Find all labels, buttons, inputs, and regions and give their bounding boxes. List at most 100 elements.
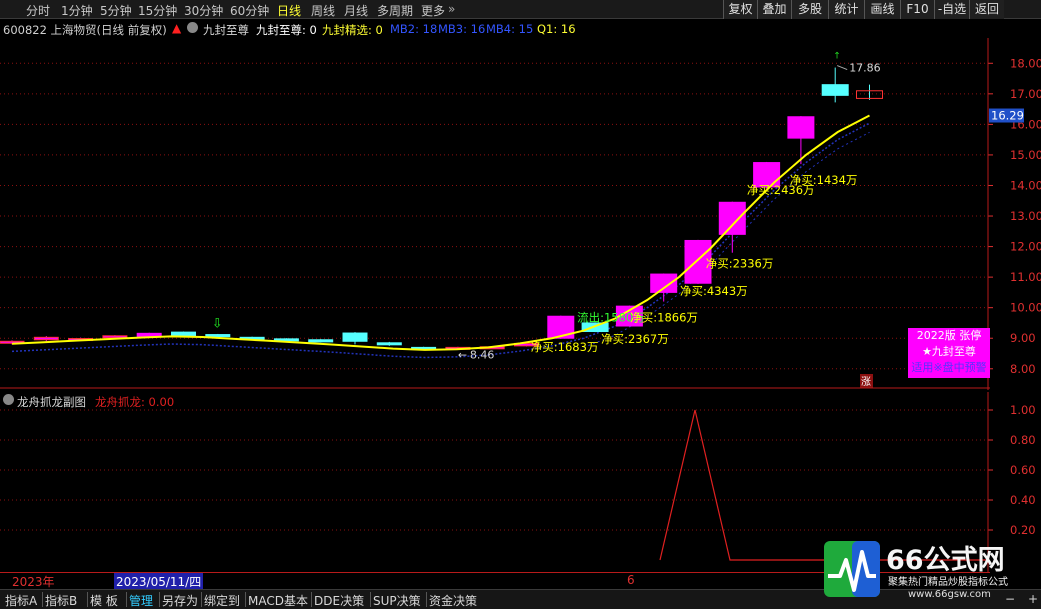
tab-separator — [126, 592, 127, 607]
bottom-tab-4[interactable]: 另存为 — [162, 592, 198, 609]
up-arrow-icon: ▲ — [172, 21, 182, 35]
tab-separator — [426, 592, 427, 607]
tab-separator — [201, 592, 202, 607]
bottom-tab-6[interactable]: MACD基本 — [248, 592, 308, 609]
period-9[interactable]: 多周期 — [377, 2, 413, 19]
net-buy-annotation: 净买:2336万 — [706, 256, 774, 270]
tab-separator — [42, 592, 43, 607]
toolbar-button-4[interactable]: 画线 — [864, 0, 900, 19]
main-price-chart[interactable]: 18.0017.0016.0015.0014.0013.0012.0011.00… — [0, 38, 1041, 390]
period-7[interactable]: 周线 — [311, 2, 335, 19]
toolbar-button-6[interactable]: -自选 — [934, 0, 969, 19]
high-price-label: 17.86 — [849, 62, 881, 75]
y-tick-label: 9.00 — [1010, 331, 1036, 345]
candle — [342, 332, 368, 342]
promo-box: 2022版 张停 ★九封至尊 适用※盘中预警 — [908, 328, 990, 378]
tab-separator — [159, 592, 160, 607]
high-arrow-icon: ↑ — [833, 52, 841, 62]
candle — [718, 201, 746, 235]
period-6[interactable]: 日线 — [277, 2, 301, 19]
toolbar-button-2[interactable]: 多股 — [791, 0, 828, 19]
bottom-tab-5[interactable]: 绑定到 — [204, 592, 240, 609]
current-price-label: 16.29 — [991, 109, 1024, 123]
toolbar-button-5[interactable]: F10 — [900, 0, 934, 19]
limit-up-badge: 涨 — [860, 374, 873, 388]
period-3[interactable]: 15分钟 — [138, 2, 177, 19]
sub-y-tick-label: 0.80 — [1010, 433, 1036, 447]
bottom-tab-3[interactable]: 管理 — [129, 592, 153, 609]
y-tick-label: 13.00 — [1010, 209, 1041, 223]
month-label: 6 — [627, 573, 635, 587]
logo-slogan: 聚集热门精品炒股指标公式 — [888, 577, 1008, 588]
promo-line-2: ★九封至尊 — [922, 345, 976, 358]
main-info-bar: 600822 上海物贸(日线 前复权) ▲ 九封至尊 九封至尊: 0 九封精选:… — [0, 20, 1041, 38]
period-10[interactable]: 更多 — [421, 2, 445, 19]
mb2-value: MB2: 18 — [390, 22, 438, 36]
period-2[interactable]: 5分钟 — [100, 2, 132, 19]
high-pointer — [837, 65, 848, 71]
indicator-name[interactable]: 九封至尊 — [203, 22, 249, 38]
promo-line-1: 2022版 张停 — [916, 329, 982, 342]
y-tick-label: 15.00 — [1010, 148, 1041, 162]
mb3-value: MB3: 16 — [438, 22, 486, 36]
sub-y-tick-label: 0.40 — [1010, 493, 1036, 507]
select-value: 九封精选: 0 — [322, 23, 383, 37]
y-tick-label: 12.00 — [1010, 240, 1041, 254]
net-buy-annotation: 净买:1866万 — [630, 310, 698, 324]
more-chevron-icon[interactable]: » — [448, 2, 455, 16]
sub-y-tick-label: 0.20 — [1010, 523, 1036, 537]
site-watermark: 66公式网 聚集热门精品炒股指标公式 www.66gsw.com — [822, 538, 1040, 609]
bottom-tab-1[interactable]: 指标B — [45, 592, 77, 609]
y-tick-label: 14.00 — [1010, 178, 1041, 192]
buy-signal-arrow-icon: ⇩ — [212, 317, 223, 332]
candle — [787, 116, 815, 139]
period-toolbar: 分时 1分钟 5分钟 15分钟 30分钟 60分钟 日线 周线 月线 多周期 更多» 复权 叠加 多股 统计… — [0, 0, 1041, 19]
net-buy-annotation: 净买:2367万 — [601, 332, 669, 346]
period-4[interactable]: 30分钟 — [184, 2, 223, 19]
toolbar-button-0[interactable]: 复权 — [723, 0, 757, 19]
period-8[interactable]: 月线 — [344, 2, 368, 19]
candle — [376, 342, 402, 346]
sub-y-tick-label: 1.00 — [1010, 403, 1036, 417]
candle — [308, 339, 334, 343]
period-5[interactable]: 60分钟 — [230, 2, 269, 19]
candle — [205, 334, 231, 338]
period-0[interactable]: 分时 — [26, 2, 50, 19]
toolbar-button-3[interactable]: 统计 — [828, 0, 864, 19]
net-buy-annotation: 净买:1683万 — [531, 340, 599, 354]
net-buy-annotation: 净买:4343万 — [680, 284, 748, 298]
low-arrow-icon: ← — [458, 349, 467, 362]
q1-value: Q1: 16 — [537, 22, 576, 36]
y-tick-label: 10.00 — [1010, 301, 1041, 315]
bottom-tab-9[interactable]: 资金决策 — [429, 592, 477, 609]
y-tick-label: 8.00 — [1010, 362, 1036, 376]
y-tick-label: 17.00 — [1010, 87, 1041, 101]
y-tick-label: 18.00 — [1010, 56, 1041, 70]
logo-url: www.66gsw.com — [908, 589, 991, 600]
candle — [821, 84, 849, 96]
bottom-tab-7[interactable]: DDE决策 — [314, 592, 364, 609]
toolbar-button-7[interactable]: 返回 — [969, 0, 1004, 19]
low-price-label: 8.46 — [470, 349, 495, 362]
bottom-tab-2[interactable]: 模 板 — [90, 592, 118, 609]
indicator-value: 九封至尊: 0 — [256, 23, 317, 37]
stock-title: 600822 上海物贸(日线 前复权) — [3, 23, 167, 37]
tab-separator — [245, 592, 246, 607]
bottom-tab-8[interactable]: SUP决策 — [373, 592, 421, 609]
bottom-tab-0[interactable]: 指标A — [5, 592, 37, 609]
candle — [33, 336, 59, 341]
sub-y-tick-label: 0.60 — [1010, 463, 1036, 477]
period-1[interactable]: 1分钟 — [61, 2, 93, 19]
promo-line-3: 适用※盘中预警 — [911, 361, 987, 374]
y-tick-label: 11.00 — [1010, 270, 1041, 284]
badge-text: 涨 — [861, 376, 871, 388]
year-label: 2023年 — [12, 575, 55, 589]
toolbar-button-1[interactable]: 叠加 — [757, 0, 791, 19]
selected-date: 2023/05/11/四 — [114, 573, 204, 590]
tab-separator — [370, 592, 371, 607]
logo-brand: 66公式网 — [886, 545, 1005, 576]
tab-separator — [311, 592, 312, 607]
dropdown-icon[interactable] — [187, 22, 198, 33]
mb4-value: MB4: 15 — [486, 22, 534, 36]
candle — [650, 273, 678, 293]
